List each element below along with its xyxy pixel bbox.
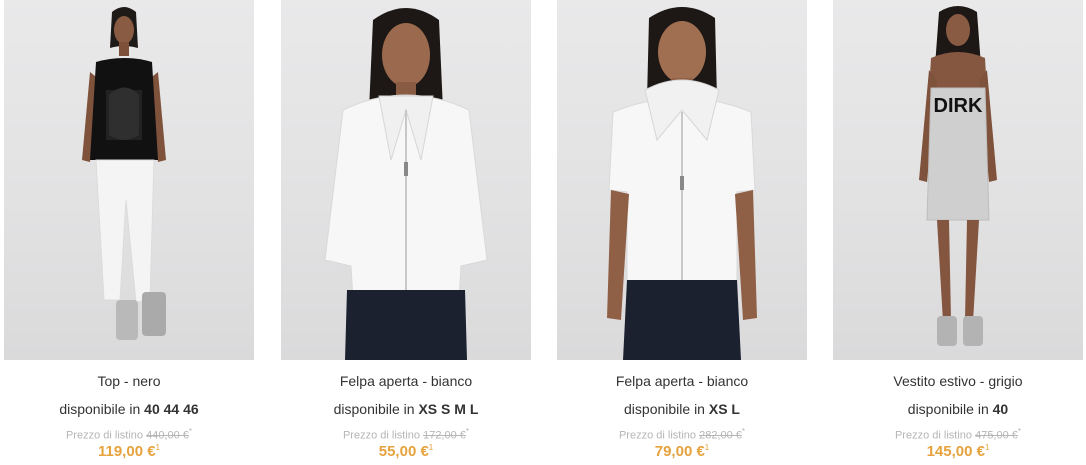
- list-price-label: Prezzo di listino: [342, 429, 421, 442]
- sale-price[interactable]: 119,00 €1: [4, 443, 254, 460]
- availability-label: disponibile in: [59, 401, 141, 417]
- availability: disponibile in 40: [833, 401, 1083, 417]
- list-price-label: Prezzo di listino: [618, 429, 697, 442]
- sale-price-footnote: 1: [984, 443, 990, 452]
- list-price-value: 440,00 €: [146, 429, 189, 442]
- available-sizes: XS S M L: [418, 401, 479, 417]
- product-card[interactable]: Felpa aperta - bianco disponibile in XS …: [557, 0, 807, 465]
- list-price: Prezzo di listino 475,00 €*: [833, 427, 1083, 442]
- sale-price-value: 55,00 €: [378, 443, 429, 460]
- available-sizes: 40 44 46: [144, 401, 199, 417]
- availability: disponibile in XS L: [557, 401, 807, 417]
- product-card[interactable]: Top - nero disponibile in 40 44 46 Prezz…: [4, 0, 254, 465]
- product-image[interactable]: DIRK: [833, 0, 1083, 360]
- list-price-label: Prezzo di listino: [65, 429, 144, 442]
- sale-price[interactable]: 145,00 €1: [833, 443, 1083, 460]
- available-sizes: 40: [992, 401, 1009, 417]
- product-card[interactable]: DIRK Vestito estivo - grigio disponibile…: [833, 0, 1083, 465]
- sale-price-value: 119,00 €: [97, 443, 156, 460]
- dress-print-text: DIRK: [934, 95, 983, 117]
- product-grid: Top - nero disponibile in 40 44 46 Prezz…: [0, 0, 1086, 465]
- product-title[interactable]: Felpa aperta - bianco: [281, 373, 531, 389]
- sale-price-footnote: 1: [428, 443, 434, 452]
- list-price-value: 475,00 €: [975, 429, 1018, 442]
- sale-price[interactable]: 79,00 €1: [557, 443, 807, 460]
- sale-price-footnote: 1: [704, 443, 710, 452]
- product-title[interactable]: Felpa aperta - bianco: [557, 373, 807, 389]
- product-title[interactable]: Vestito estivo - grigio: [833, 373, 1083, 389]
- list-price-label: Prezzo di listino: [894, 429, 973, 442]
- list-price: Prezzo di listino 440,00 €*: [4, 427, 254, 442]
- product-image[interactable]: [4, 0, 254, 360]
- list-price-footnote: *: [1017, 427, 1022, 436]
- availability: disponibile in 40 44 46: [4, 401, 254, 417]
- availability-label: disponibile in: [333, 401, 415, 417]
- sale-price-footnote: 1: [155, 443, 160, 452]
- list-price-value: 282,00 €: [699, 429, 742, 442]
- list-price-footnote: *: [188, 427, 193, 436]
- sale-price-value: 79,00 €: [654, 443, 705, 460]
- product-image[interactable]: [281, 0, 531, 360]
- availability-label: disponibile in: [907, 401, 989, 417]
- product-image[interactable]: [557, 0, 807, 360]
- list-price-footnote: *: [741, 427, 746, 436]
- sale-price[interactable]: 55,00 €1: [281, 443, 531, 460]
- list-price: Prezzo di listino 172,00 €*: [281, 427, 531, 442]
- available-sizes: XS L: [708, 401, 740, 417]
- availability-label: disponibile in: [624, 401, 705, 417]
- product-title[interactable]: Top - nero: [4, 373, 254, 389]
- product-card[interactable]: Felpa aperta - bianco disponibile in XS …: [281, 0, 531, 465]
- list-price-footnote: *: [465, 427, 470, 436]
- list-price: Prezzo di listino 282,00 €*: [557, 427, 807, 442]
- sale-price-value: 145,00 €: [926, 443, 985, 460]
- availability: disponibile in XS S M L: [281, 401, 531, 417]
- list-price-value: 172,00 €: [423, 429, 466, 442]
